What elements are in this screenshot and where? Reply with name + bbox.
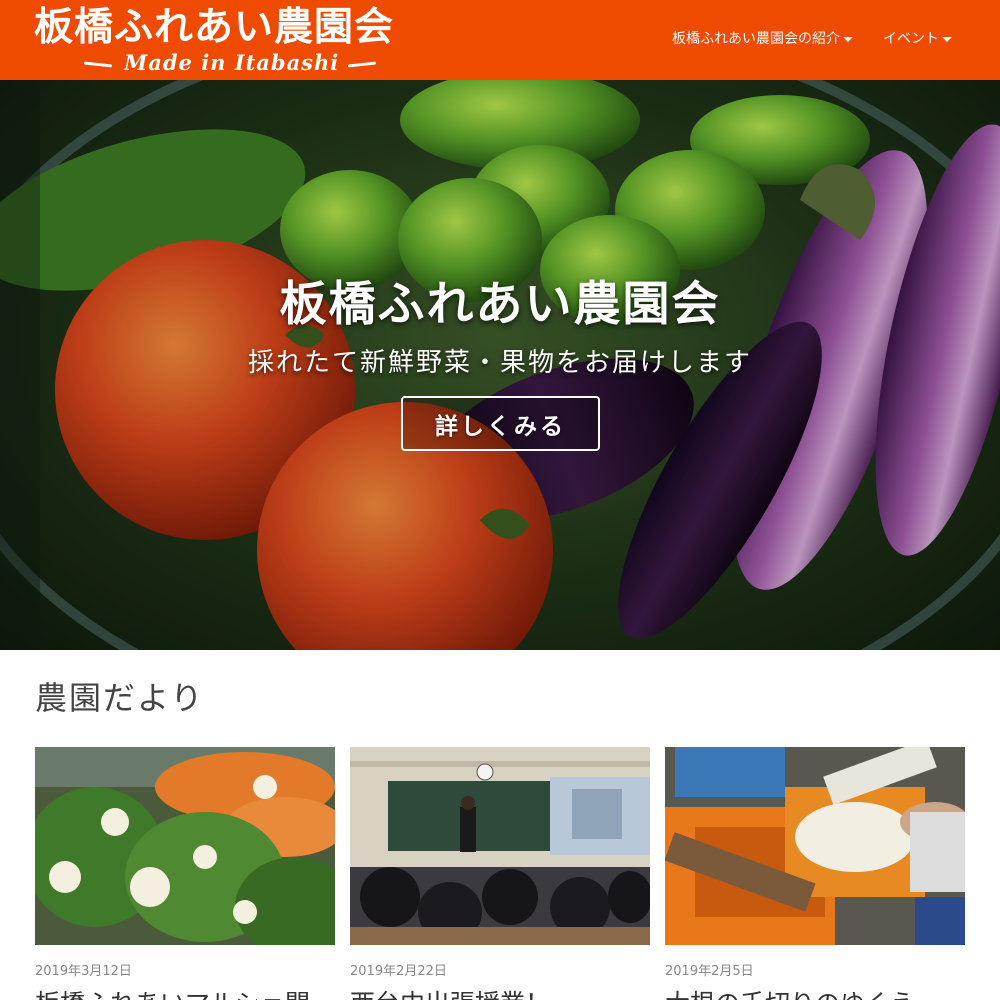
produce-bags-image: [35, 747, 335, 945]
nav-item-about[interactable]: 板橋ふれあい農園会の紹介: [672, 28, 853, 50]
news-card-3-image[interactable]: [665, 747, 965, 945]
news-card-2-image[interactable]: [350, 747, 650, 945]
nav-item-events-label: イベント: [883, 31, 939, 47]
nav-item-events[interactable]: イベント: [883, 28, 952, 50]
hero-subtitle: 採れたて新鮮野菜・果物をお届けします: [247, 348, 752, 378]
site-logo[interactable]: 板橋ふれあい農園会 Made in Itabashi: [34, 4, 414, 76]
news-card-3-date: 2019年2月5日: [665, 964, 754, 979]
logo-subtitle: Made in Itabashi: [124, 50, 340, 75]
news-card-3-title[interactable]: 大根の千切りのゆくえ: [665, 987, 965, 1000]
hero-title: 板橋ふれあい農園会: [279, 277, 721, 332]
news-card-3[interactable]: 2019年2月5日 大根の千切りのゆくえ: [665, 747, 965, 1000]
news-card-1-image[interactable]: [35, 747, 335, 945]
nav-item-about-label: 板橋ふれあい農園会の紹介: [672, 31, 840, 47]
logo-dash-right: [347, 61, 377, 68]
site-header: 板橋ふれあい農園会 Made in Itabashi 板橋ふれあい農園会の紹介 …: [0, 0, 1000, 80]
news-card-2[interactable]: 2019年2月22日 西台中出張授業！: [350, 747, 650, 1000]
news-card-1[interactable]: 2019年3月12日 板橋ふれあいマルシェ開: [35, 747, 335, 1000]
logo-title: 板橋ふれあい農園会: [34, 4, 395, 50]
shredded-daikon-image: [665, 747, 965, 945]
news-card-2-date: 2019年2月22日: [350, 964, 447, 979]
main-nav: 板橋ふれあい農園会の紹介 イベント: [672, 28, 952, 50]
news-card-2-title[interactable]: 西台中出張授業！: [350, 987, 650, 1000]
news-section-title: 農園だより: [35, 679, 205, 717]
logo-dash-left: [83, 61, 113, 68]
caret-down-icon: [843, 36, 853, 42]
hero-banner: 板橋ふれあい農園会 採れたて新鮮野菜・果物をお届けします 詳しくみる: [0, 80, 1000, 650]
caret-down-icon: [942, 36, 952, 42]
hero-details-button[interactable]: 詳しくみる: [401, 396, 600, 451]
logo-subtitle-row: Made in Itabashi: [83, 49, 377, 77]
news-card-1-title[interactable]: 板橋ふれあいマルシェ開: [35, 987, 335, 1000]
classroom-image: [350, 747, 650, 945]
news-card-1-date: 2019年3月12日: [35, 964, 132, 979]
